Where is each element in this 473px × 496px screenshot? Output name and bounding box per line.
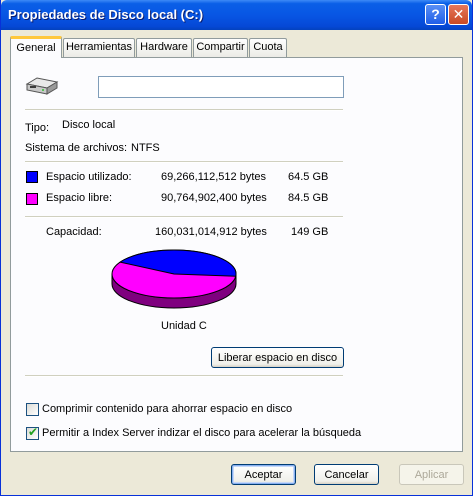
- capacity-label: Capacidad:: [46, 226, 102, 238]
- tab-general[interactable]: General: [10, 36, 62, 58]
- tab-hardware[interactable]: Hardware: [136, 38, 192, 57]
- hard-drive-icon: [25, 77, 59, 95]
- cancel-button[interactable]: Cancelar: [314, 464, 379, 485]
- ok-button[interactable]: Aceptar: [231, 464, 296, 485]
- general-panel: Tipo: Disco local Sistema de archivos: N…: [10, 57, 463, 452]
- disk-usage-pie: [111, 249, 237, 309]
- used-space-label: Espacio utilizado:: [46, 171, 132, 183]
- apply-button[interactable]: Aplicar: [399, 464, 464, 485]
- compress-checkbox[interactable]: [26, 403, 39, 416]
- capacity-gb: 149 GB: [291, 226, 329, 238]
- used-space-gb: 64.5 GB: [288, 171, 329, 183]
- free-color-swatch: [26, 193, 38, 205]
- used-space-bytes: 69,266,112,512 bytes: [161, 171, 266, 183]
- tab-compartir[interactable]: Compartir: [193, 38, 248, 57]
- compress-label[interactable]: Comprimir contenido para ahorrar espacio…: [42, 403, 292, 415]
- tab-cuota[interactable]: Cuota: [249, 38, 287, 57]
- checkmark-icon: ✔: [28, 425, 39, 439]
- title-bar[interactable]: Propiedades de Disco local (C:) ? ✕: [1, 0, 472, 30]
- separator: [25, 161, 343, 163]
- used-color-swatch: [26, 171, 38, 183]
- help-button[interactable]: ?: [425, 4, 446, 25]
- properties-window: Propiedades de Disco local (C:) ? ✕ Gene…: [0, 0, 473, 496]
- disk-cleanup-button[interactable]: Liberar espacio en disco: [211, 347, 344, 368]
- separator: [25, 109, 343, 111]
- free-space-bytes: 90,764,902,400 bytes: [161, 192, 267, 204]
- tab-herramientas[interactable]: Herramientas: [63, 38, 135, 57]
- free-space-gb: 84.5 GB: [288, 192, 329, 204]
- window-title: Propiedades de Disco local (C:): [8, 7, 204, 22]
- free-space-label: Espacio libre:: [46, 192, 113, 204]
- index-label[interactable]: Permitir a Index Server indizar el disco…: [42, 427, 361, 439]
- separator: [25, 216, 343, 218]
- index-checkbox[interactable]: ✔: [26, 425, 39, 440]
- capacity-bytes: 160,031,014,912 bytes: [155, 226, 267, 238]
- type-value: Disco local: [62, 119, 116, 131]
- volume-name-input[interactable]: [98, 76, 344, 98]
- filesystem-value: NTFS: [131, 142, 160, 154]
- type-label: Tipo:: [25, 122, 50, 134]
- drive-label: Unidad C: [161, 320, 207, 332]
- close-button[interactable]: ✕: [448, 4, 469, 25]
- separator: [25, 375, 343, 377]
- filesystem-label: Sistema de archivos:: [25, 142, 128, 154]
